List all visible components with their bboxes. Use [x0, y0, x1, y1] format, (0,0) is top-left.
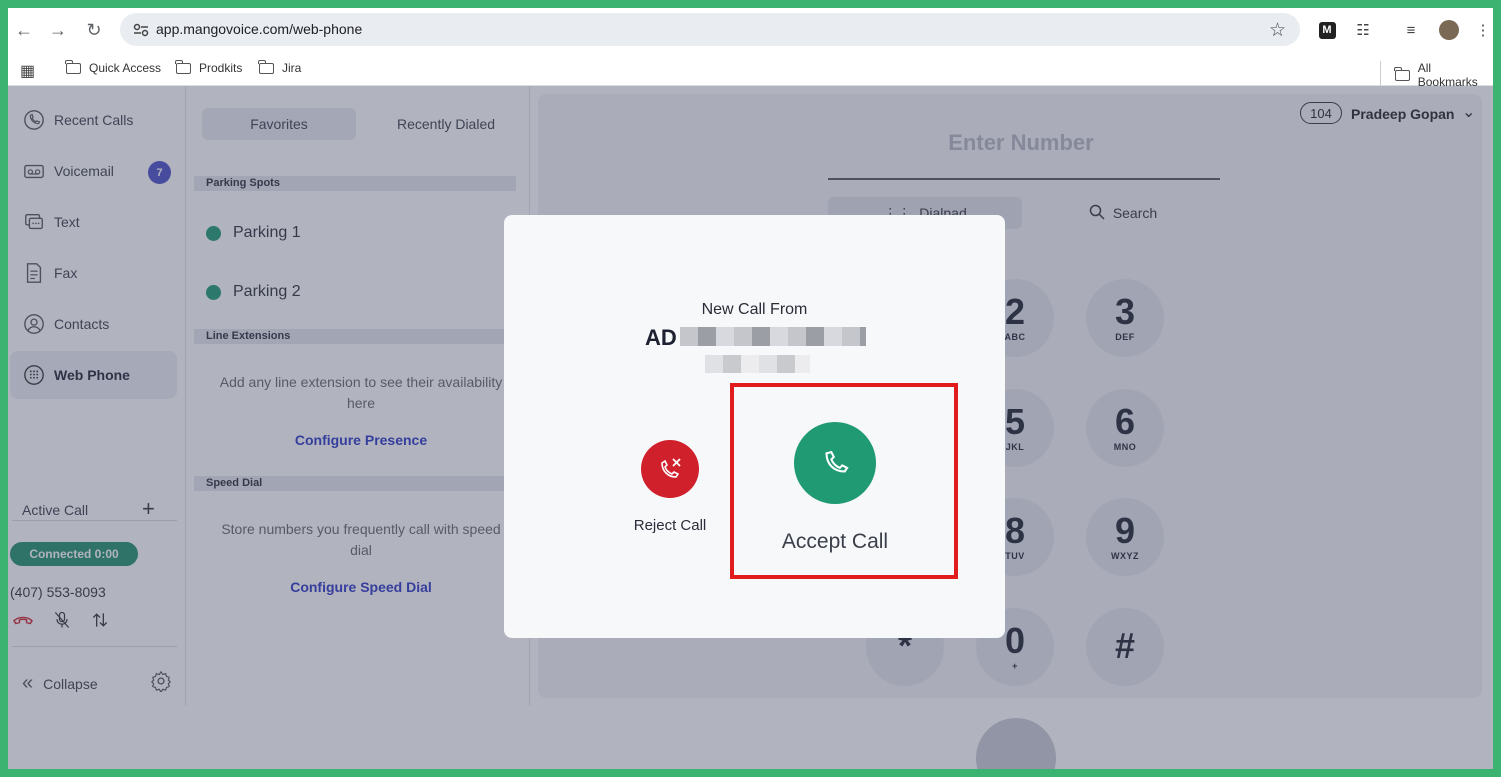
menu-kebab-icon[interactable]: ⋮ — [1472, 19, 1493, 41]
site-settings-icon[interactable] — [132, 21, 150, 39]
url-text[interactable]: app.mangovoice.com/web-phone — [156, 21, 362, 37]
extensions-puzzle-icon[interactable]: ☷ — [1352, 19, 1374, 41]
bookmark-prodkits[interactable]: Prodkits — [175, 59, 242, 75]
folder-icon — [175, 59, 191, 74]
bookmark-jira[interactable]: Jira — [258, 59, 301, 75]
forward-icon[interactable]: → — [46, 18, 70, 42]
back-icon[interactable]: ← — [12, 18, 36, 42]
modal-heading: New Call From — [701, 301, 808, 318]
address-bar[interactable]: app.mangovoice.com/web-phone ☆ — [120, 13, 1300, 46]
bookmarks-bar: ▦ Quick Access Prodkits Jira All Bookmar… — [8, 52, 1493, 89]
extension-m-icon[interactable]: M — [1316, 19, 1338, 41]
caller-name: AD — [645, 325, 677, 350]
redacted-caller-name — [680, 327, 866, 346]
bookmark-quick-access[interactable]: Quick Access — [65, 59, 161, 75]
all-bookmarks[interactable]: All Bookmarks — [1380, 61, 1493, 89]
folder-icon — [258, 59, 274, 74]
bookmark-star-icon[interactable]: ☆ — [1269, 19, 1286, 42]
avatar[interactable] — [1438, 19, 1460, 41]
reload-icon[interactable]: ↻ — [82, 18, 106, 42]
redacted-caller-number — [705, 355, 810, 373]
reject-call-label[interactable]: Reject Call — [620, 517, 720, 534]
folder-icon — [65, 59, 81, 74]
browser-toolbar: ← → ↻ app.mangovoice.com/web-phone ☆ M ☷… — [8, 8, 1493, 52]
highlight-box — [730, 383, 958, 579]
folder-icon — [1394, 66, 1410, 81]
media-queue-icon[interactable]: ≡ — [1400, 19, 1422, 41]
apps-grid-icon[interactable]: ▦ — [20, 61, 35, 81]
phone-reject-icon — [661, 458, 681, 478]
reject-call-button[interactable] — [641, 440, 699, 498]
